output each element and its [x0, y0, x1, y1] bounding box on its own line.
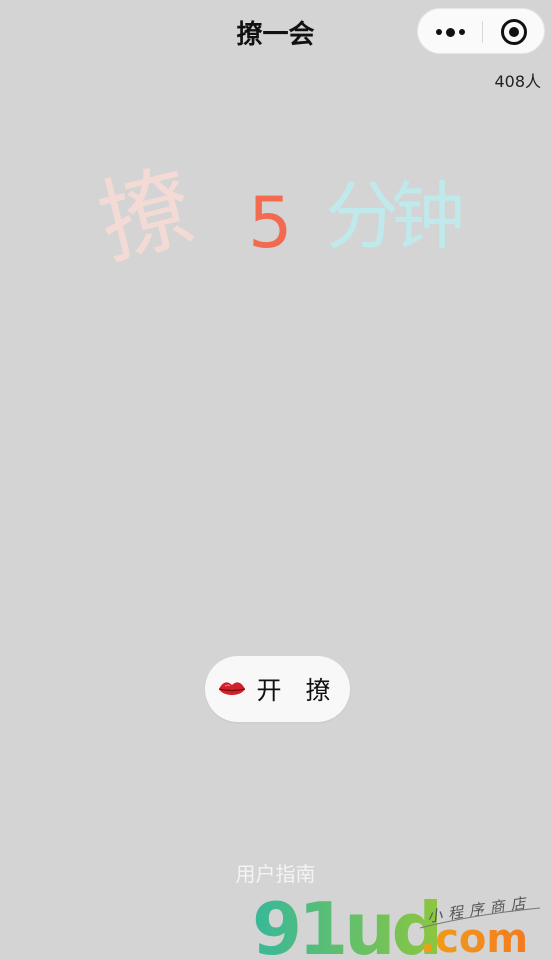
hero-banner: 撩 5 分钟 [0, 152, 551, 300]
lips-icon [218, 682, 245, 695]
online-count: 408人 [494, 72, 541, 91]
hero-char-liao: 撩 [88, 152, 204, 279]
capsule-divider [482, 21, 483, 43]
start-button[interactable]: 开 撩 [205, 656, 350, 722]
more-icon[interactable] [418, 9, 482, 55]
start-button-label: 开 撩 [256, 676, 339, 705]
watermark-logo-text: 91ud [252, 888, 439, 960]
watermark-logo: 91ud .com 小程序商店 [252, 888, 541, 960]
hero-number: 5 [248, 182, 293, 264]
hero-minutes: 分钟 [325, 174, 465, 260]
navigation-bar: 撩一会 [0, 0, 551, 64]
capsule-menu [417, 8, 545, 54]
user-guide-link[interactable]: 用户指南 [0, 858, 551, 887]
close-icon[interactable] [501, 19, 527, 45]
